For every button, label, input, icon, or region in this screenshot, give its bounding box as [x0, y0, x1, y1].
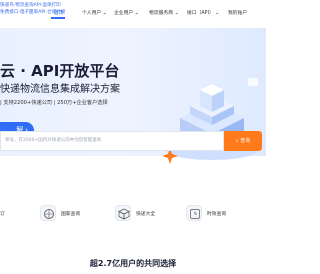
tool-label: 时效查询 [207, 212, 227, 217]
box-icon [115, 205, 131, 221]
search-placeholder: 单号，在2000+国内外快递公司中为您智能查询 [5, 138, 102, 143]
search-button-label: 查询 [240, 138, 251, 144]
tracking-search-bar: 单号，在2000+国内外快递公司中为您智能查询 ⌕ 查询 [0, 131, 266, 153]
nav-personal[interactable]: 个人用户 ⌄ [82, 9, 107, 16]
quick-tools: 订 国家查询 快递大全 时效查询 [0, 199, 266, 233]
clock-icon [186, 205, 202, 221]
nav-enterprise[interactable]: 企业用户 ⌄ [114, 9, 139, 16]
hero-stats: | 支持2200+快递公司 | 250万+企业客户选择 [0, 100, 108, 106]
tool-item-courier-list[interactable]: 快递大全 [115, 199, 175, 229]
tool-item-delivery-time[interactable]: 时效查询 [186, 199, 246, 229]
nav-home[interactable]: 首页 [54, 9, 64, 16]
tool-item-country[interactable]: 国家查询 [40, 199, 100, 229]
hero-subtitle: 快递物流信息集成解决方案 [0, 84, 120, 95]
tool-label: 订 [0, 212, 5, 217]
globe-icon [40, 205, 56, 221]
nav-logistics-provider[interactable]: 物流服务商 ⌄ [149, 9, 179, 16]
search-icon: ⌕ [235, 138, 239, 144]
top-navigation-bar: 快递鸟·物流查询API·运单打印 免费接口·电子面单API·仓储对接 首页 个人… [0, 0, 266, 29]
nav-account[interactable]: 我的账户 [228, 9, 247, 16]
nav-active-indicator [51, 17, 65, 19]
tool-label: 快递大全 [136, 212, 156, 217]
search-button[interactable]: ⌕ 查询 [224, 131, 262, 151]
search-input[interactable]: 单号，在2000+国内外快递公司中为您智能查询 [0, 131, 224, 151]
hero-title: 云 · API开放平台 [0, 62, 120, 80]
nav-api[interactable]: 接口（API） ⌄ [187, 9, 219, 16]
tool-item-0[interactable]: 订 [0, 199, 40, 229]
tool-label: 国家查询 [61, 212, 81, 217]
section-heading: 超2.7亿用户的共同选择 [89, 259, 177, 268]
